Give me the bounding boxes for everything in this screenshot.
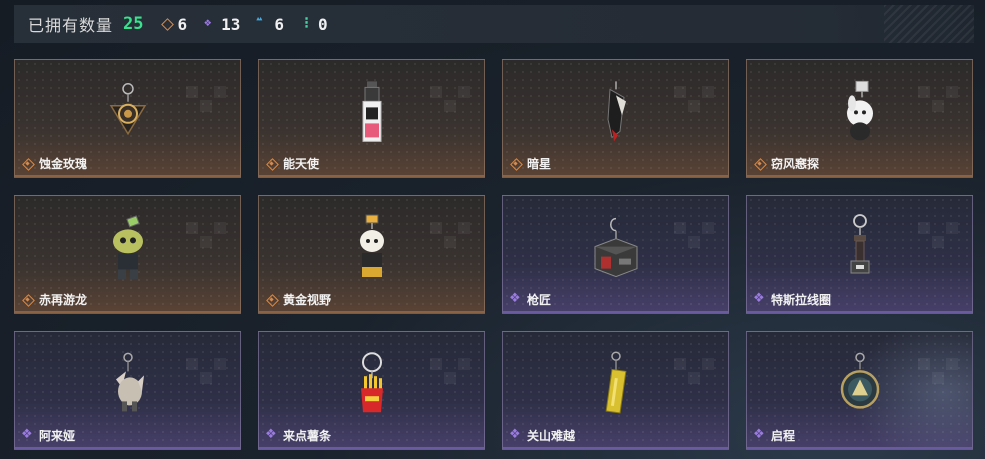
charm-name: 特斯拉线圈: [771, 293, 832, 307]
stat-blue: 6: [255, 14, 285, 34]
charm-name: 暗星: [527, 157, 552, 171]
purple-rarity-icon: [753, 290, 765, 306]
charm-card[interactable]: 来点薯条: [258, 331, 485, 450]
charm-card[interactable]: 关山难越: [502, 331, 729, 450]
purple-rarity-icon: [21, 426, 33, 442]
golden-vision-figure-charm-icon: [359, 214, 384, 277]
charm-card[interactable]: 特斯拉线圈: [746, 195, 973, 314]
purple-rarity-icon: [753, 426, 765, 442]
charm-name-row: 关山难越: [509, 426, 576, 444]
charm-card[interactable]: 蚀金玫瑰: [14, 59, 241, 178]
charm-name: 枪匠: [527, 293, 552, 307]
charm-card[interactable]: 能天使: [258, 59, 485, 178]
stat-blue-value: 6: [274, 14, 285, 34]
stat-green: 0: [302, 13, 328, 34]
orange-rarity-icon: [266, 294, 277, 305]
orange-diamond-icon: [162, 19, 172, 29]
charm-name-row: 阿来娅: [21, 426, 76, 444]
charm-name: 黄金视野: [283, 293, 332, 307]
gold-bar-charm-icon: [605, 350, 626, 414]
green-dots-icon: [302, 13, 312, 32]
fries-charm-icon: [360, 351, 383, 412]
charm-name-row: 赤再游龙: [22, 291, 87, 308]
inventory-header: 已拥有数量 25 6 13 6 0: [14, 5, 974, 43]
charm-card[interactable]: 暗星: [502, 59, 729, 178]
owned-count-value: 25: [123, 14, 144, 34]
charm-name: 赤再游龙: [39, 293, 88, 307]
charm-name: 能天使: [283, 157, 320, 171]
stat-purple-value: 13: [221, 14, 241, 34]
purple-clover-icon: [204, 15, 215, 29]
charm-name-row: 特斯拉线圈: [753, 290, 832, 308]
charm-card[interactable]: 黄金视野: [258, 195, 485, 314]
charm-name-row: 黄金视野: [266, 291, 331, 308]
stat-orange: 6: [162, 15, 188, 34]
orange-rarity-icon: [22, 294, 33, 305]
purple-rarity-icon: [509, 426, 521, 442]
charm-name: 蚀金玫瑰: [39, 157, 88, 171]
charm-name-row: 能天使: [266, 155, 319, 172]
owned-count-label: 已拥有数量: [28, 18, 114, 35]
charm-name: 关山难越: [527, 429, 576, 443]
charm-name-row: 枪匠: [509, 290, 552, 308]
orange-rarity-icon: [22, 158, 33, 169]
charm-name-row: 窃风窸探: [754, 155, 819, 172]
blue-triangle-icon: [255, 14, 268, 29]
dark-star-blade-charm-icon: [606, 80, 626, 141]
charm-name: 阿来娅: [39, 429, 76, 443]
charm-card[interactable]: 启程: [746, 331, 973, 450]
dragon-figure-charm-icon: [112, 214, 143, 279]
white-creature-charm-icon: [846, 80, 873, 140]
purple-rarity-icon: [265, 426, 277, 442]
stat-purple: 13: [204, 14, 241, 34]
angel-lighter-charm-icon: [362, 80, 381, 142]
charm-name: 来点薯条: [283, 429, 332, 443]
orange-rarity-icon: [510, 158, 521, 169]
charm-name-row: 暗星: [510, 155, 551, 172]
orange-rarity-icon: [266, 158, 277, 169]
charm-card[interactable]: 阿来娅: [14, 331, 241, 450]
gunsmith-box-charm-icon: [594, 217, 637, 277]
stat-green-value: 0: [318, 14, 328, 34]
purple-rarity-icon: [509, 290, 521, 306]
tesla-coil-charm-icon: [850, 213, 869, 273]
rose-charm-icon: [109, 82, 146, 135]
charm-name-row: 蚀金玫瑰: [22, 155, 87, 172]
orange-rarity-icon: [754, 158, 765, 169]
stat-orange-value: 6: [177, 14, 188, 34]
emblem-medal-charm-icon: [840, 352, 879, 409]
charm-card[interactable]: 赤再游龙: [14, 195, 241, 314]
charm-name: 窃风窸探: [771, 157, 820, 171]
charm-name-row: 来点薯条: [265, 426, 332, 444]
charm-card[interactable]: 枪匠: [502, 195, 729, 314]
charm-name: 启程: [771, 429, 796, 443]
charm-card[interactable]: 窃风窸探: [746, 59, 973, 178]
alaya-creature-charm-icon: [115, 352, 144, 411]
charm-name-row: 启程: [753, 426, 796, 444]
